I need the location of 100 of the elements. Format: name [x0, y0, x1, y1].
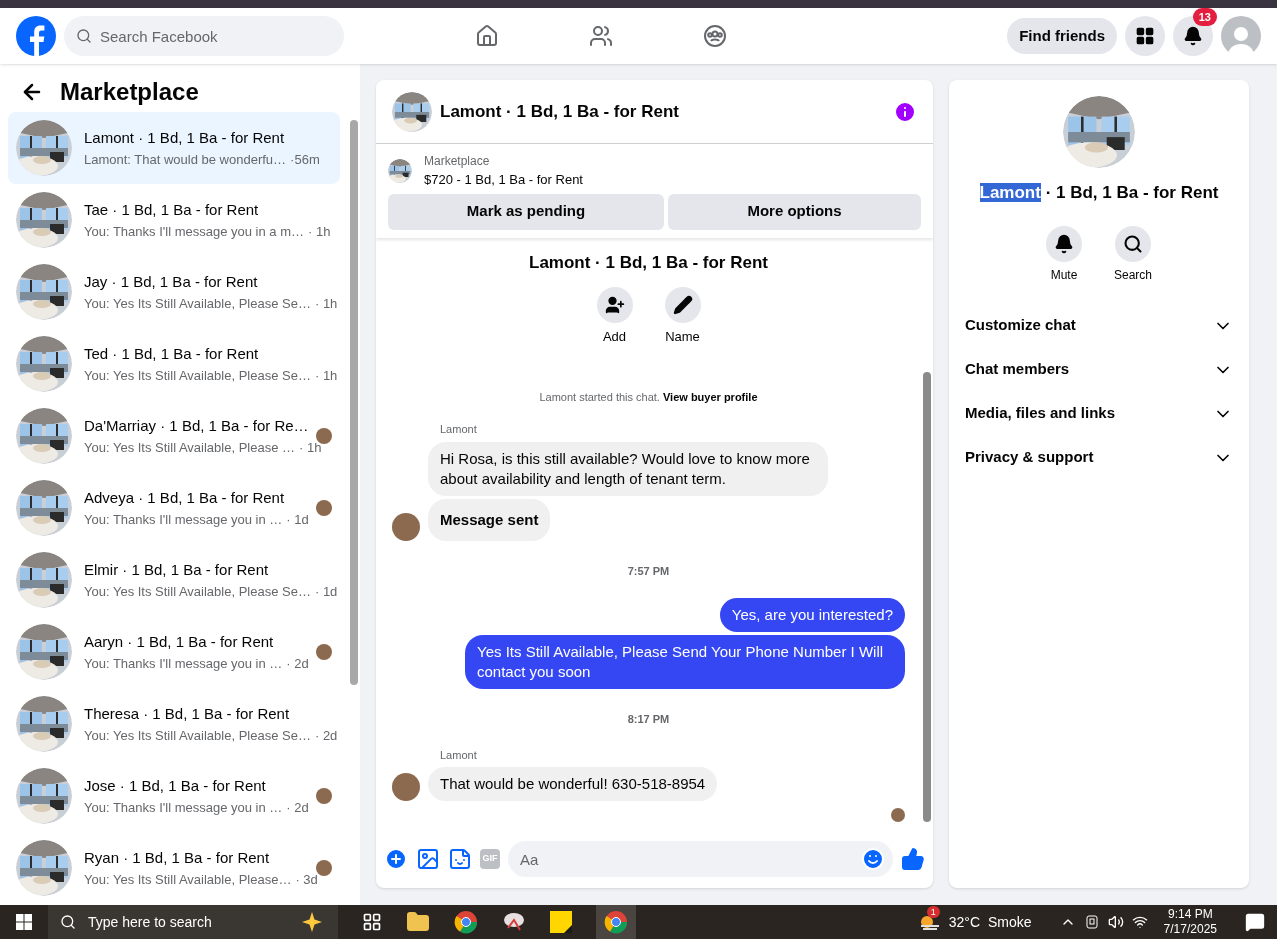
friends-icon[interactable]: [588, 24, 613, 48]
seen-avatar: [316, 500, 332, 516]
details-section[interactable]: Privacy & support: [965, 435, 1233, 480]
details-action-button[interactable]: [1046, 225, 1082, 262]
menu-button[interactable]: [1125, 16, 1165, 56]
conversation-name: Aaryn · 1 Bd, 1 Ba - for Rent: [84, 632, 275, 652]
sticker-icon[interactable]: [448, 847, 472, 871]
message-preview: You: Yes Its Still Available, Please Se…: [84, 582, 311, 601]
clock-date: 7/17/2025: [1163, 922, 1217, 937]
sparkle-icon: [302, 912, 322, 932]
search-icon: [76, 28, 92, 44]
folder-icon[interactable]: [406, 910, 430, 934]
listing-source: Marketplace: [424, 153, 491, 170]
speaker-icon[interactable]: [1107, 914, 1124, 930]
timestamp: 8:17 PM: [626, 712, 671, 727]
action-label: Search: [1114, 266, 1152, 284]
scrollbar-thumb[interactable]: [350, 120, 358, 685]
conversation-item[interactable]: Elmir · 1 Bd, 1 Ba - for Rent You: Yes Its Still Available, Please Se… · 1d: [8, 544, 340, 616]
chat-title: Lamont · 1 Bd, 1 Ba - for Rent: [440, 100, 680, 123]
find-friends-button[interactable]: Find friends: [1007, 18, 1117, 54]
conversation-name: Elmir · 1 Bd, 1 Ba - for Rent: [84, 560, 270, 580]
message-time: ·56m: [290, 150, 320, 169]
message-time: · 1h: [308, 222, 331, 241]
conversation-item[interactable]: Jose · 1 Bd, 1 Ba - for Rent You: Thanks I'll message you in … · 2d: [8, 760, 340, 832]
message-time: · 1d: [314, 582, 338, 601]
outgoing-message: Yes Its Still Available, Please Send Your Phone Number I Will contact you soon: [465, 635, 905, 689]
notification-badge: 13: [1192, 8, 1217, 26]
grid-icon: [1135, 26, 1155, 46]
wifi-icon[interactable]: [1131, 914, 1148, 930]
conversation-item[interactable]: Jay · 1 Bd, 1 Ba - for Rent You: Yes Its Still Available, Please Se… · 1h: [8, 256, 340, 328]
logo-icon[interactable]: [16, 16, 56, 56]
person-silhouette-icon: [1226, 24, 1256, 56]
details-section[interactable]: Customize chat: [965, 303, 1233, 348]
scrollbar-thumb[interactable]: [923, 372, 931, 822]
incoming-message: Hi Rosa, is this still available? Would love to know more about availability and length of tenant term.: [428, 441, 828, 496]
message-time: · 2d: [286, 654, 309, 673]
conversation-item[interactable]: Adveya · 1 Bd, 1 Ba - for Rent You: Thanks I'll message you in … · 1d: [8, 472, 340, 544]
temperature: 32°C: [948, 912, 981, 932]
sticky-note-icon[interactable]: [550, 911, 572, 933]
listing-summary: $720 - 1 Bd, 1 Ba - for Rent: [424, 171, 583, 189]
taskbar-search-field[interactable]: Type here to search: [48, 905, 338, 939]
conversation-name: Jose · 1 Bd, 1 Ba - for Rent: [84, 776, 267, 796]
seen-avatar: [316, 644, 332, 660]
message-time: · 1h: [314, 294, 338, 313]
browser-icon[interactable]: [454, 910, 478, 934]
profile-action-button[interactable]: [664, 287, 701, 323]
profile-action-button[interactable]: [596, 287, 633, 323]
seen-avatar: [316, 860, 332, 876]
profile-title: Lamont · 1 Bd, 1 Ba - for Rent: [528, 251, 769, 274]
chat-notice: Lamont started this chat. View buyer profile: [538, 389, 759, 405]
message-preview: You: Yes Its Still Available, Please …: [84, 438, 296, 457]
conversation-item[interactable]: Theresa · 1 Bd, 1 Ba - for Rent You: Yes Its Still Available, Please Se… · 2d: [8, 688, 340, 760]
details-action-button[interactable]: [1115, 225, 1151, 262]
sender-name: Lamont: [440, 747, 478, 763]
task-view-icon[interactable]: [362, 912, 382, 932]
message-time: · 2d: [286, 798, 309, 817]
message-time: · 3d: [295, 870, 318, 889]
browser-icon[interactable]: [604, 910, 628, 934]
listing-action-button[interactable]: More options: [668, 193, 921, 230]
action-label: Name: [665, 328, 700, 346]
home-icon[interactable]: [474, 24, 499, 48]
groups-icon[interactable]: [702, 24, 727, 48]
meet-icon[interactable]: [1083, 914, 1100, 930]
add-person-icon: [604, 295, 625, 315]
message-preview: You: Thanks I'll message you in …: [84, 654, 283, 673]
conversation-item[interactable]: Ryan · 1 Bd, 1 Ba - for Rent You: Yes Its Still Available, Please… · 3d: [8, 832, 340, 904]
details-section[interactable]: Chat members: [965, 347, 1233, 392]
conversation-item[interactable]: Ted · 1 Bd, 1 Ba - for Rent You: Yes Its Still Available, Please Se… · 1h: [8, 328, 340, 400]
seen-avatar: [891, 808, 905, 822]
conversation-item[interactable]: Lamont · 1 Bd, 1 Ba - for Rent Lamont: That would be wonderfu… ·56m: [8, 112, 340, 184]
message-time: · 1d: [286, 510, 309, 529]
details-title: Lamont · 1 Bd, 1 Ba - for Rent: [979, 182, 1219, 204]
details-section[interactable]: Media, files and links: [965, 391, 1233, 436]
search-icon: [60, 914, 76, 930]
like-icon[interactable]: [901, 847, 925, 871]
conversation-name: Jay · 1 Bd, 1 Ba - for Rent: [84, 272, 259, 292]
message-field[interactable]: Aa: [508, 841, 893, 877]
sender-name: Lamont: [440, 422, 478, 437]
timestamp: 7:57 PM: [626, 563, 671, 579]
listing-action-button[interactable]: Mark as pending: [388, 193, 664, 230]
message-preview: You: Thanks I'll message you in a m…: [84, 222, 304, 241]
conversation-name: Tae · 1 Bd, 1 Ba - for Rent: [84, 200, 260, 220]
message-preview: You: Thanks I'll message you in …: [84, 798, 283, 817]
windows-logo-icon[interactable]: [16, 914, 32, 930]
notification-center-icon[interactable]: [1245, 912, 1265, 932]
seen-avatar: [316, 428, 332, 444]
conversation-name: Adveya · 1 Bd, 1 Ba - for Rent: [84, 488, 286, 508]
message-time: · 1h: [299, 438, 322, 457]
seen-avatar: [316, 788, 332, 804]
message-time: · 2d: [314, 726, 338, 745]
message-preview: You: Yes Its Still Available, Please…: [84, 870, 292, 889]
image-icon[interactable]: [416, 847, 440, 871]
plus-icon[interactable]: [384, 847, 408, 871]
message-preview: Lamont: That would be wonderfu…: [84, 150, 287, 169]
search-field[interactable]: Search Facebook: [64, 16, 344, 56]
conversation-item[interactable]: Tae · 1 Bd, 1 Ba - for Rent You: Thanks I'll message you in a m… · 1h: [8, 184, 340, 256]
conversation-item[interactable]: Aaryn · 1 Bd, 1 Ba - for Rent You: Thanks I'll message you in … · 2d: [8, 616, 340, 688]
conversation-item[interactable]: Da'Marriay · 1 Bd, 1 Ba - for Re… You: Yes Its Still Available, Please … · 1h: [8, 400, 340, 472]
weather-condition: Smoke: [988, 912, 1032, 932]
message-preview: You: Yes Its Still Available, Please Se…: [84, 366, 311, 385]
